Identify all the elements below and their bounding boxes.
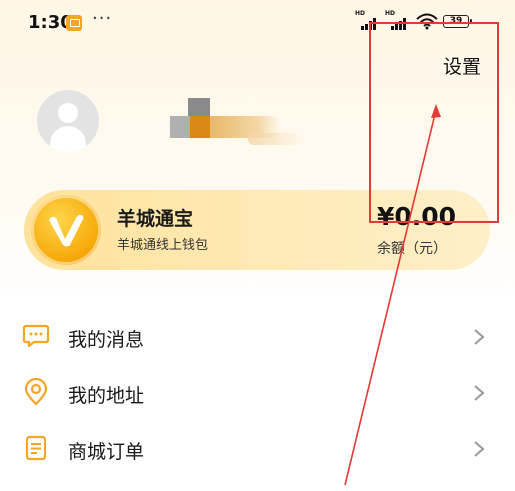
menu-item-messages[interactable]: 我的消息 <box>0 309 515 365</box>
menu-item-label: 我的地址 <box>68 385 145 407</box>
username-redacted <box>170 98 310 148</box>
wallet-subtitle: 羊城通线上钱包 <box>117 238 209 253</box>
chevron-right-icon <box>474 385 485 401</box>
wifi-icon <box>416 13 438 30</box>
notification-app-icon <box>66 15 82 31</box>
chevron-right-icon <box>474 329 485 345</box>
avatar[interactable] <box>37 90 99 152</box>
menu-item-label: 我的消息 <box>68 329 145 351</box>
menu-item-address[interactable]: 我的地址 <box>0 365 515 421</box>
wallet-balance: ¥0.00 <box>377 202 457 231</box>
wallet-card[interactable]: 羊城通宝 羊城通线上钱包 ¥0.00 余额（元） <box>24 190 490 270</box>
location-icon <box>24 378 48 406</box>
v-logo-icon <box>31 195 101 265</box>
settings-button[interactable]: 设置 <box>443 52 481 79</box>
status-bar: 1:30 ··· HD HD 39 <box>0 0 515 44</box>
wallet-balance-label: 余额（元） <box>377 241 447 257</box>
network-type-label: HD <box>355 10 366 17</box>
menu-item-label: 商城订单 <box>68 441 145 463</box>
chevron-right-icon <box>474 441 485 457</box>
avatar-head-shape <box>58 103 78 123</box>
network-type-label: HD <box>385 10 396 17</box>
avatar-body-shape <box>50 126 86 152</box>
message-icon <box>22 324 50 348</box>
menu-item-orders[interactable]: 商城订单 <box>0 421 515 477</box>
wallet-title: 羊城通宝 <box>117 208 194 230</box>
battery-icon: 39 <box>443 15 472 28</box>
more-notifications-icon: ··· <box>92 8 113 29</box>
order-icon <box>25 435 47 461</box>
